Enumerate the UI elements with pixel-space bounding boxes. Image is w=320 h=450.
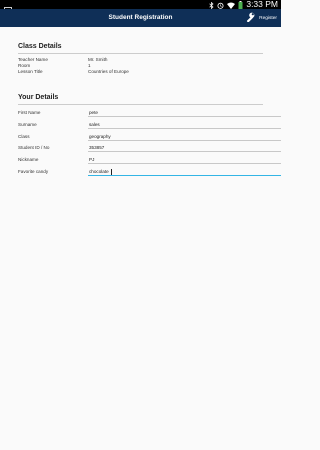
info-label: Room (18, 63, 31, 68)
nickname-label: Nickname (18, 157, 39, 162)
surname-label: Surname (18, 122, 37, 127)
info-row-lesson-title: Lesson Title Countries of Europe (18, 69, 263, 74)
app-title: Student Registration (108, 14, 173, 21)
status-icons: 3:33 PM (209, 0, 278, 9)
class-details-heading: Class Details (18, 43, 62, 50)
info-row-room: Room 1 (18, 63, 263, 68)
text-cursor (111, 169, 112, 175)
status-bar: 3:33 PM (0, 0, 281, 14)
favorite-candy-label: Favorite candy (18, 169, 49, 174)
info-value: 1 (88, 63, 91, 68)
status-time: 3:33 PM (246, 0, 278, 9)
first-name-label: First Name (18, 110, 41, 115)
student-id-label: Student ID / No (18, 145, 50, 150)
info-value: Mr. Smith (88, 57, 108, 62)
app-bar: Student Registration Register (0, 9, 281, 27)
info-row-teacher-name: Teacher Name Mr. Smith (18, 57, 263, 62)
image-notification-icon (4, 1, 12, 14)
register-label: Register (259, 15, 277, 21)
your-details-heading: Your Details (18, 94, 59, 101)
form-row-surname: Surname (18, 121, 281, 130)
surname-field[interactable] (88, 121, 281, 129)
first-name-field[interactable] (88, 109, 281, 117)
your-details-divider (18, 104, 263, 105)
nickname-field[interactable] (88, 156, 281, 164)
bottom-area (0, 427, 281, 450)
form-row-favorite-candy: Favorite candy (18, 168, 281, 177)
wrench-icon (245, 9, 255, 27)
class-label: Class (18, 134, 30, 139)
class-field[interactable] (88, 133, 281, 141)
form-row-student-id: Student ID / No (18, 144, 281, 153)
class-details-divider (18, 53, 263, 54)
form-row-first-name: First Name (18, 109, 281, 118)
form-row-class: Class (18, 133, 281, 142)
info-label: Lesson Title (18, 69, 43, 74)
info-label: Teacher Name (18, 57, 48, 62)
info-value: Countries of Europe (88, 69, 129, 74)
register-button[interactable]: Register (245, 11, 277, 25)
favorite-candy-field[interactable] (88, 168, 281, 176)
form-row-nickname: Nickname (18, 156, 281, 165)
student-id-field[interactable] (88, 144, 281, 152)
